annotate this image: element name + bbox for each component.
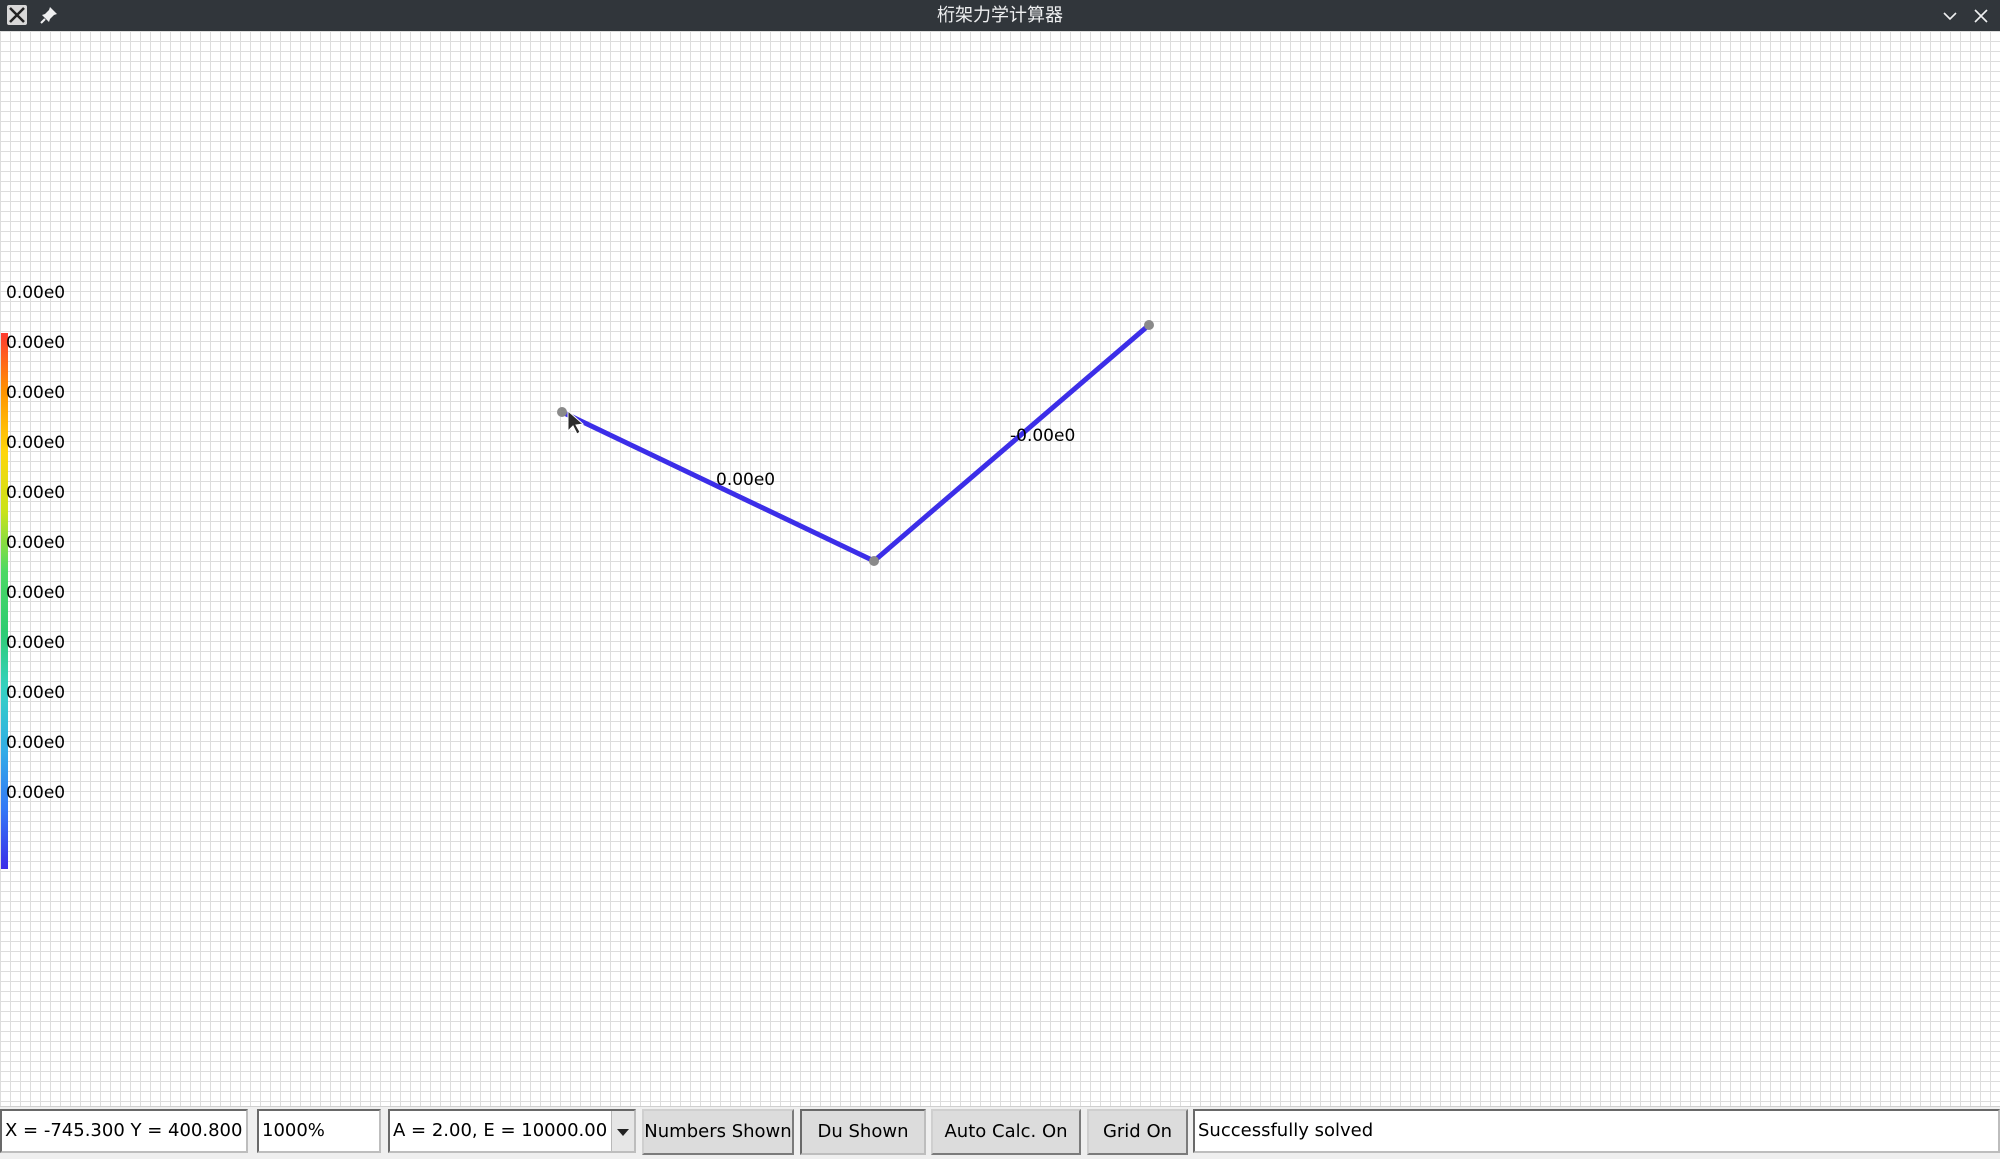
minimize-chevron-icon[interactable] <box>1939 5 1961 27</box>
legend-label: 0.00e0 <box>6 783 66 803</box>
legend-label: 0.00e0 <box>6 283 66 303</box>
mouse-cursor-icon <box>567 409 585 435</box>
legend-label: 0.00e0 <box>6 483 66 503</box>
auto-calc-button[interactable]: Auto Calc. On <box>931 1109 1081 1155</box>
status-message: Successfully solved <box>1193 1109 2000 1153</box>
zoom-field[interactable]: 1000% <box>257 1109 381 1153</box>
bottom-toolbar: X = -745.300 Y = 400.800 1000% A = 2.00,… <box>0 1106 2000 1159</box>
grid-toggle-button[interactable]: Grid On <box>1087 1109 1188 1155</box>
legend-label: 0.00e0 <box>6 733 66 753</box>
truss-drawing: 0.00e0 -0.00e0 <box>557 320 1154 566</box>
window-title: 桁架力学计算器 <box>937 5 1063 26</box>
du-shown-button[interactable]: Du Shown <box>800 1109 926 1155</box>
legend-label: 0.00e0 <box>6 633 66 653</box>
member-force-label-left: 0.00e0 <box>716 470 775 490</box>
cursor-coordinates: X = -745.300 Y = 400.800 <box>0 1109 248 1153</box>
legend-label: 0.00e0 <box>6 433 66 453</box>
legend-label: 0.00e0 <box>6 533 66 553</box>
material-select-value: A = 2.00, E = 10000.00 <box>393 1120 608 1141</box>
truss-node-right[interactable] <box>1144 320 1154 330</box>
truss-canvas[interactable]: 0.00e0 -0.00e0 0.00e0 0.00e0 0.00e0 0.00e0 0… <box>0 31 2000 1106</box>
dropdown-arrow-icon[interactable] <box>611 1111 634 1151</box>
member-force-label-right: -0.00e0 <box>1010 426 1075 446</box>
material-select[interactable]: A = 2.00, E = 10000.00 <box>388 1109 636 1153</box>
legend-label: 0.00e0 <box>6 683 66 703</box>
close-icon[interactable] <box>1970 5 1992 27</box>
truss-node-bottom[interactable] <box>869 556 879 566</box>
numbers-shown-button[interactable]: Numbers Shown <box>642 1109 794 1155</box>
truss-node-left[interactable] <box>557 407 567 417</box>
legend-label: 0.00e0 <box>6 383 66 403</box>
legend-label: 0.00e0 <box>6 333 66 353</box>
legend-label: 0.00e0 <box>6 583 66 603</box>
title-bar: 桁架力学计算器 <box>0 0 2000 31</box>
